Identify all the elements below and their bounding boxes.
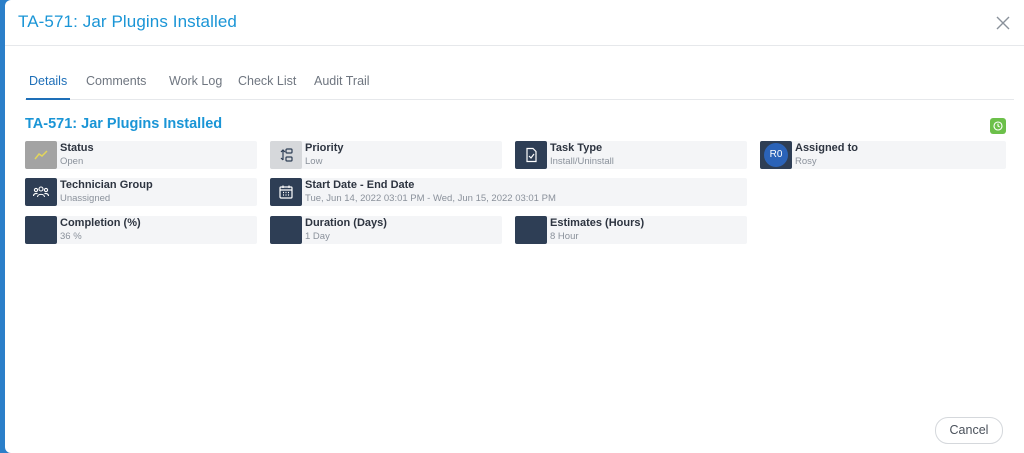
completion-label: Completion (%) [60,217,141,229]
task-type-label: Task Type [550,142,603,154]
close-button[interactable] [994,14,1012,32]
avatar-initials: R0 [764,143,788,167]
section-title: TA-571: Jar Plugins Installed [25,116,223,132]
close-icon [996,16,1010,30]
avatar: R0 [760,141,792,169]
modal-header: TA-571: Jar Plugins Installed [5,0,1024,46]
task-type-field[interactable]: Task Type Install/Uninstall [515,141,747,169]
task-type-value: Install/Uninstall [550,156,614,167]
duration-value: 1 Day [305,231,330,242]
priority-icon-box [270,141,302,169]
duration-icon-box [270,216,302,244]
date-range-value: Tue, Jun 14, 2022 03:01 PM - Wed, Jun 15… [305,193,556,204]
status-field[interactable]: Status Open [25,141,257,169]
completion-value: 36 % [60,231,82,242]
tab-audit-trail[interactable]: Audit Trail [314,74,370,99]
priority-icon [280,148,293,162]
task-type-icon-box [515,141,547,169]
priority-field[interactable]: Priority Low [270,141,502,169]
tab-details[interactable]: Details [25,74,71,100]
estimates-field[interactable]: Estimates (Hours) 8 Hour [515,216,747,244]
cancel-button[interactable]: Cancel [935,417,1003,444]
status-value: Open [60,156,84,167]
completion-field[interactable]: Completion (%) 36 % [25,216,257,244]
priority-value: Low [305,156,323,167]
status-icon-box [25,141,57,169]
estimates-value: 8 Hour [550,231,579,242]
assigned-to-field[interactable]: R0 Assigned to Rosy [760,141,1006,169]
technician-group-field[interactable]: Technician Group Unassigned [25,178,257,206]
date-range-field[interactable]: Start Date - End Date Tue, Jun 14, 2022 … [270,178,747,206]
group-icon [33,186,49,198]
status-label: Status [60,142,94,154]
task-detail-modal: TA-571: Jar Plugins Installed Details Co… [5,0,1024,453]
date-range-icon-box [270,178,302,206]
timer-button[interactable] [990,118,1006,134]
technician-group-value: Unassigned [60,193,111,204]
tab-work-log[interactable]: Work Log [169,74,222,99]
calendar-icon [279,185,293,199]
duration-field[interactable]: Duration (Days) 1 Day [270,216,502,244]
completion-icon-box [25,216,57,244]
trend-line-icon [34,150,48,160]
document-check-icon [526,147,537,163]
tab-bar: Details Comments Work Log Check List Aud… [25,72,1014,100]
modal-title: TA-571: Jar Plugins Installed [18,12,237,31]
assigned-to-label: Assigned to [795,142,858,154]
estimates-label: Estimates (Hours) [550,217,645,229]
technician-group-icon-box [25,178,57,206]
priority-label: Priority [305,142,344,154]
clock-icon [993,121,1003,131]
tab-check-list[interactable]: Check List [238,74,296,99]
estimates-icon-box [515,216,547,244]
duration-label: Duration (Days) [305,217,387,229]
tab-comments[interactable]: Comments [86,74,146,99]
date-range-label: Start Date - End Date [305,179,415,191]
technician-group-label: Technician Group [60,179,153,191]
assigned-to-value: Rosy [795,156,817,167]
